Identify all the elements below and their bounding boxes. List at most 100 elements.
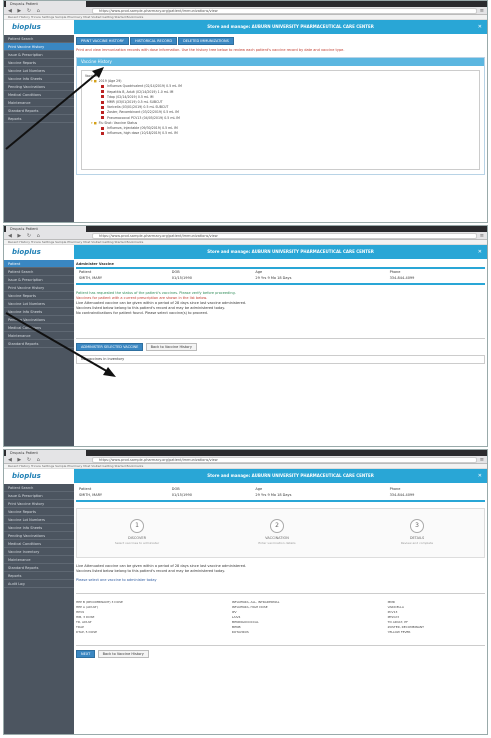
sidebar-item[interactable]: Issue & Prescription [4, 492, 74, 500]
sidebar-item[interactable]: Vaccine Lot Numbers [4, 516, 74, 524]
table-row: SMITH, MARY 01/15/1990 29 Yrs 9 Mo 18 Da… [79, 276, 415, 280]
sidebar-item[interactable]: Print Vaccine History [4, 284, 74, 292]
app-title: Store and manage: AUBURN UNIVERSITY PHAR… [207, 24, 374, 29]
screenshot-administer-vaccine: Drupal ▸ Patient ◀ ▶ ↻ ⌂ https://www.pro… [3, 225, 488, 447]
sidebar-item[interactable]: Issue & Prescription [4, 276, 74, 284]
sidebar-item[interactable]: Patient Search [4, 268, 74, 276]
sidebar-item[interactable]: Issue & Prescription [4, 51, 74, 59]
table-row: SMITH, MARY 01/15/1990 29 Yrs 9 Mo 18 Da… [79, 493, 415, 497]
next-button[interactable]: NEXT [76, 650, 96, 658]
sidebar-item[interactable]: Maintenance [4, 556, 74, 564]
table-header-row: Patient DOB Age Phone [76, 268, 485, 275]
main-content: Patient DOB Age Phone SMITH, MARY 01/15/… [76, 486, 485, 734]
close-icon[interactable]: ✕ [478, 469, 482, 483]
url-bar[interactable]: https://www.prod.sample-pharmacy.org/pat… [92, 8, 477, 14]
back-to-history-button[interactable]: Back to Vaccine History [145, 343, 197, 351]
page-description: Print and view immunization records with… [76, 48, 345, 52]
browser-chrome: Drupal ▸ Patient ◀ ▶ ↻ ⌂ https://www.pro… [4, 450, 487, 464]
panel-title: Vaccine History [77, 58, 484, 66]
sidebar-item[interactable]: Standard Reports [4, 107, 74, 115]
vaccine-icon [101, 126, 104, 130]
sidebar: Patient Search Print Vaccine History Issue… [4, 35, 74, 222]
tab-deleted-immunizations[interactable]: DELETED IMMUNIZATIONS [178, 37, 234, 45]
wizard-steps: 1 DISCOVER Select vaccines to administer… [76, 508, 485, 558]
vaccine-icon [101, 105, 104, 109]
sidebar-item[interactable]: Maintenance [4, 332, 74, 340]
app-header: bioplus Store and manage: AUBURN UNIVERS… [4, 245, 487, 259]
menu-icon[interactable]: ≡ [480, 457, 484, 463]
vaccine-history-panel: Vaccine History Vaccine ▾ ■ 2019 (Age 29)… [76, 57, 485, 175]
vaccine-icon [101, 90, 104, 94]
sidebar-item[interactable]: Patient Search [4, 35, 74, 43]
sidebar-item[interactable]: Medical Conditions [4, 540, 74, 548]
vaccine-icon [101, 116, 104, 120]
sidebar-item[interactable]: Vaccine Info Sheets [4, 524, 74, 532]
menu-icon[interactable]: ≡ [480, 8, 484, 14]
browser-nav-icons[interactable]: ◀ ▶ ↻ ⌂ [8, 8, 42, 14]
sidebar-item[interactable]: Patient [4, 260, 74, 268]
sidebar-item[interactable]: Reports [4, 115, 74, 123]
sidebar-item[interactable]: Standard Reports [4, 340, 74, 348]
vaccine-icon [101, 95, 104, 99]
sidebar-item[interactable]: Print Vaccine History [4, 43, 74, 51]
url-bar[interactable]: https://www.prod.sample-pharmacy.org/pat… [92, 457, 477, 463]
administer-selected-button[interactable]: ADMINISTER SELECTED VACCINE [76, 343, 144, 351]
screenshot-select-vaccine: Drupal ▸ Patient ◀ ▶ ↻ ⌂ https://www.pro… [3, 449, 488, 735]
select-vaccine-link[interactable]: Please select one vaccine to administer … [76, 578, 157, 582]
vaccine-option[interactable]: YELLOW FEVER [388, 630, 485, 635]
sidebar-item[interactable]: Vaccine Lot Numbers [4, 67, 74, 75]
sidebar-item[interactable]: Patient Search [4, 484, 74, 492]
sidebar-item[interactable]: Medical Conditions [4, 324, 74, 332]
browser-chrome: Drupal ▸ Patient ◀ ▶ ↻ ⌂ https://www.pro… [4, 226, 487, 240]
vaccine-option[interactable]: DTAP, 5 DOSE [76, 630, 232, 635]
close-icon[interactable]: ✕ [478, 20, 482, 34]
sidebar-item[interactable]: Vaccine Reports [4, 59, 74, 67]
sidebar-item[interactable]: Vaccine Inventory [4, 548, 74, 556]
sidebar-item[interactable]: Pending Vaccinations [4, 532, 74, 540]
sidebar-item[interactable]: Standard Reports [4, 564, 74, 572]
main-content: PRINT VACCINE HISTORY HISTORICAL RECORD DE… [76, 37, 485, 222]
sidebar-item[interactable]: Pending Vaccinations [4, 83, 74, 91]
vaccine-icon [101, 100, 104, 104]
browser-tab[interactable]: Drupal ▸ Patient [6, 226, 86, 232]
vaccine-inventory-field: No vaccines in inventory [76, 355, 485, 364]
tab-bar: PRINT VACCINE HISTORY HISTORICAL RECORD DE… [76, 37, 485, 45]
vaccine-notes: Live Attenuated vaccine can be given wit… [76, 564, 247, 573]
url-bar[interactable]: https://www.prod.sample-pharmacy.org/pat… [92, 233, 477, 239]
browser-nav-icons[interactable]: ◀ ▶ ↻ ⌂ [8, 233, 42, 239]
sidebar-item[interactable]: Vaccine Info Sheets [4, 308, 74, 316]
sidebar-item[interactable]: Medical Conditions [4, 91, 74, 99]
close-icon[interactable]: ✕ [478, 245, 482, 259]
folder-icon: ▾ ■ [91, 120, 97, 125]
sidebar-item[interactable]: Vaccine Lot Numbers [4, 300, 74, 308]
tab-print-vaccine-history[interactable]: PRINT VACCINE HISTORY [76, 37, 129, 45]
browser-tab[interactable]: Drupal ▸ Patient [6, 450, 86, 456]
tree-item[interactable]: Influenza, high dose (10/18/2019) 0.5 mL… [101, 131, 476, 136]
app-header: bioplus Store and manage: AUBURN UNIVERS… [4, 20, 487, 34]
sidebar-item[interactable]: Pending Vaccinations [4, 316, 74, 324]
app-header: bioplus Store and manage: AUBURN UNIVERS… [4, 469, 487, 483]
app-logo[interactable]: bioplus [4, 20, 74, 34]
app-logo[interactable]: bioplus [4, 469, 74, 483]
main-content: Administer Vaccine Patient DOB Age Phone… [76, 262, 485, 446]
sidebar-item[interactable]: Audit Log [4, 580, 74, 588]
menu-icon[interactable]: ≡ [480, 233, 484, 239]
history-tree: Vaccine ▾ ■ 2019 (Age 29) Influenza Quadr… [81, 70, 480, 170]
tab-historical-record[interactable]: HISTORICAL RECORD [129, 37, 178, 45]
vaccine-icon [101, 131, 104, 135]
back-to-history-button[interactable]: Back to Vaccine History [97, 650, 149, 658]
sidebar-item[interactable]: Reports [4, 572, 74, 580]
browser-tab[interactable]: Drupal ▸ Patient [6, 1, 86, 7]
app-logo[interactable]: bioplus [4, 245, 74, 259]
sidebar-item[interactable]: Vaccine Reports [4, 508, 74, 516]
sidebar-item[interactable]: Maintenance [4, 99, 74, 107]
sidebar-item[interactable]: Vaccine Info Sheets [4, 75, 74, 83]
sidebar-item[interactable]: Print Vaccine History [4, 500, 74, 508]
wizard-step: 3 DETAILS Review and complete [377, 519, 457, 545]
col-phone: Phone [389, 270, 401, 274]
sidebar-item[interactable]: Vaccine Reports [4, 292, 74, 300]
browser-nav-icons[interactable]: ◀ ▶ ↻ ⌂ [8, 457, 42, 463]
vaccine-option[interactable]: ROTAVIRUS [232, 630, 388, 635]
vaccine-icon [101, 84, 104, 88]
browser-chrome: Drupal ▸ Patient ◀ ▶ ↻ ⌂ https://www.pro… [4, 1, 487, 15]
